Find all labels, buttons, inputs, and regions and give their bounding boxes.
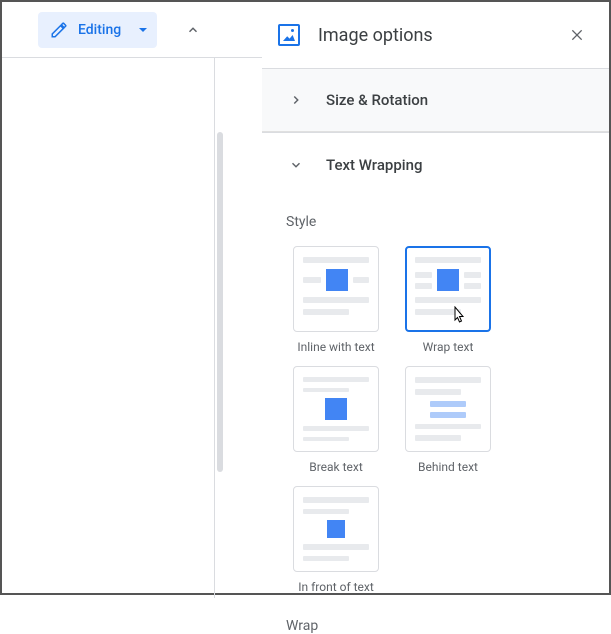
option-label: Wrap text: [423, 340, 474, 354]
wrap-option-behind-text[interactable]: Behind text: [398, 366, 498, 474]
chevron-down-icon: [286, 155, 306, 175]
section-label: Text Wrapping: [326, 156, 422, 174]
chevron-up-icon: [186, 23, 200, 37]
thumbnail: [293, 366, 379, 452]
thumbnail: [293, 486, 379, 572]
section-label: Size & Rotation: [326, 91, 428, 109]
option-label: Behind text: [418, 460, 478, 474]
pencil-icon: [50, 21, 68, 39]
option-label: In front of text: [298, 580, 374, 594]
caret-down-icon: [139, 28, 147, 32]
vertical-divider: [214, 58, 215, 598]
wrap-option-inline[interactable]: Inline with text: [286, 246, 386, 354]
thumbnail: [405, 366, 491, 452]
wrap-option-in-front[interactable]: In front of text: [286, 486, 386, 594]
collapse-toolbar-button[interactable]: [179, 16, 207, 44]
panel-title: Image options: [318, 25, 565, 46]
editing-mode-button[interactable]: Editing: [38, 12, 157, 48]
option-label: Break text: [309, 460, 363, 474]
wrap-option-wrap-text[interactable]: Wrap text: [398, 246, 498, 354]
wrap-style-grid: Inline with text Wrap text: [286, 246, 585, 594]
editing-mode-label: Editing: [78, 22, 121, 38]
chevron-right-icon: [286, 90, 306, 110]
section-size-rotation[interactable]: Size & Rotation: [262, 68, 609, 132]
close-icon: [569, 27, 585, 43]
wrap-option-break-text[interactable]: Break text: [286, 366, 386, 474]
section-text-wrapping[interactable]: Text Wrapping: [262, 132, 609, 196]
style-heading: Style: [286, 214, 585, 230]
image-icon: [278, 24, 300, 46]
thumbnail: [405, 246, 491, 332]
text-wrapping-body: Style Inline with text: [262, 196, 609, 634]
wrap-heading: Wrap: [286, 618, 585, 634]
option-label: Inline with text: [297, 340, 374, 354]
thumbnail: [293, 246, 379, 332]
image-options-panel: Image options Size & Rotation Text Wrapp…: [262, 2, 609, 593]
scrollbar[interactable]: [217, 132, 223, 472]
panel-header: Image options: [262, 2, 609, 68]
close-panel-button[interactable]: [565, 23, 589, 47]
